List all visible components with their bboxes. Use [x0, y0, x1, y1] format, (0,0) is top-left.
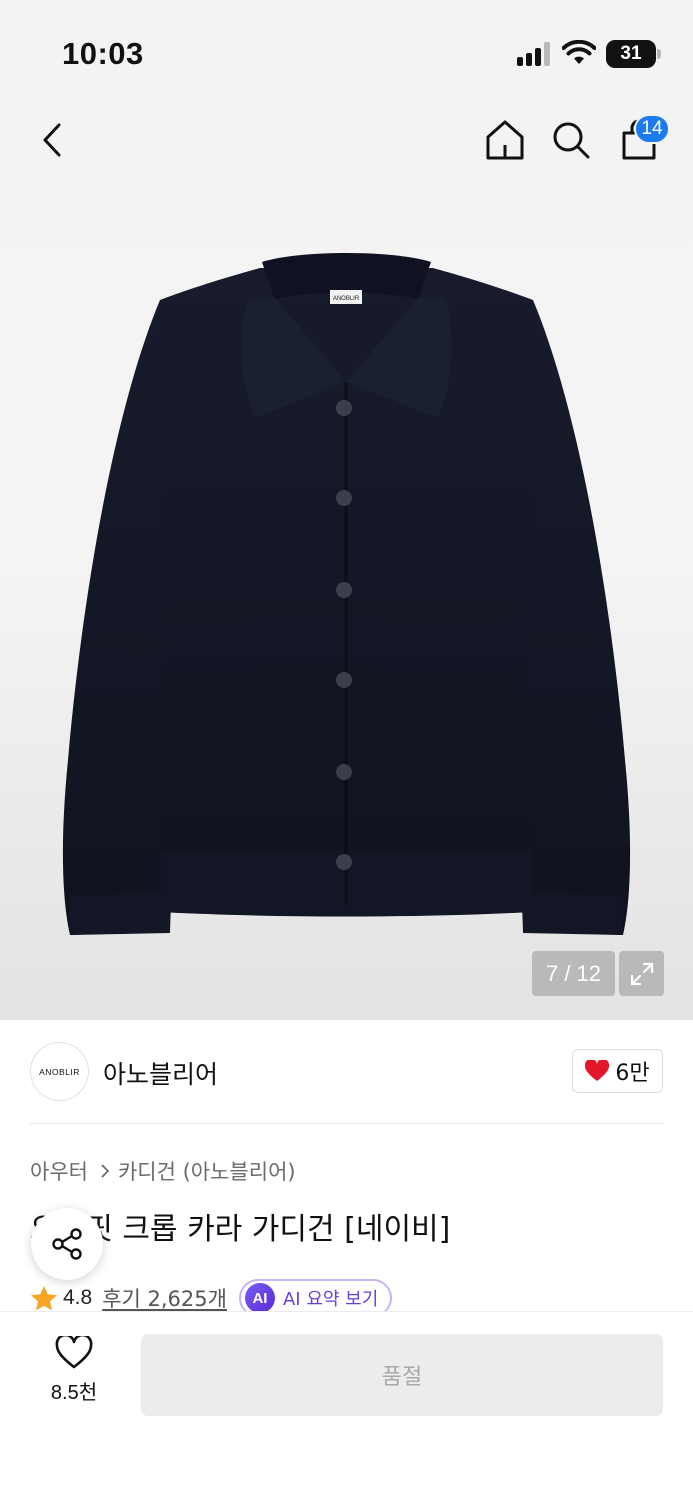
share-button[interactable]: [31, 1208, 103, 1280]
battery-icon: 31: [606, 40, 656, 68]
wifi-icon: [562, 40, 596, 64]
home-icon: [486, 120, 524, 160]
image-pager: 7 / 12: [532, 951, 615, 996]
heart-filled-icon: [585, 1060, 610, 1081]
section-divider: [30, 1123, 663, 1124]
breadcrumb-cardigan[interactable]: 카디건 (아노블리어): [118, 1156, 296, 1186]
share-icon: [52, 1228, 82, 1260]
breadcrumb: 아우터 카디건 (아노블리어): [30, 1156, 296, 1186]
ai-summary-label: AI 요약 보기: [282, 1289, 379, 1310]
brand-logo[interactable]: ANOBLIR: [30, 1042, 89, 1101]
fullscreen-button[interactable]: [619, 951, 664, 996]
cart-count-badge: 14: [634, 114, 670, 144]
search-icon: [553, 122, 590, 159]
signal-icon: [517, 42, 553, 66]
brand-like-count: 6만: [615, 1061, 650, 1086]
brand-like-button[interactable]: 6만: [572, 1049, 663, 1093]
back-button[interactable]: [30, 118, 74, 162]
bottom-action-bar: 8.5천 품절: [0, 1311, 693, 1500]
ai-badge-icon: AI: [244, 1283, 275, 1313]
product-photo: ANOBLIR: [62, 253, 631, 935]
product-image-gallery[interactable]: 10:03 31 14 ANOBLIR 7 / 12: [0, 0, 693, 1020]
status-time: 10:03: [62, 36, 144, 71]
expand-icon: [630, 962, 653, 985]
wishlist-button[interactable]: 8.5천: [30, 1336, 118, 1405]
chevron-right-icon: [101, 1164, 110, 1178]
heart-outline-icon: [55, 1336, 93, 1369]
brand-logo-text: ANOBLIR: [39, 1066, 80, 1077]
rating-score: 4.8: [63, 1286, 93, 1309]
garment-label-text: ANOBLIR: [333, 296, 360, 302]
search-button[interactable]: [548, 116, 594, 164]
sold-out-button[interactable]: 품절: [141, 1334, 663, 1416]
breadcrumb-outer[interactable]: 아우터: [30, 1156, 88, 1186]
chevron-left-icon: [43, 123, 61, 157]
brand-name[interactable]: 아노블리어: [103, 1055, 218, 1091]
star-icon: [31, 1285, 57, 1310]
home-button[interactable]: [482, 116, 528, 164]
battery-level: 31: [620, 43, 642, 64]
reviews-link[interactable]: 후기 2,625개: [102, 1283, 227, 1313]
status-bar: 10:03 31: [0, 0, 693, 100]
battery-cap: [657, 49, 661, 59]
wishlist-count: 8.5천: [50, 1382, 98, 1404]
